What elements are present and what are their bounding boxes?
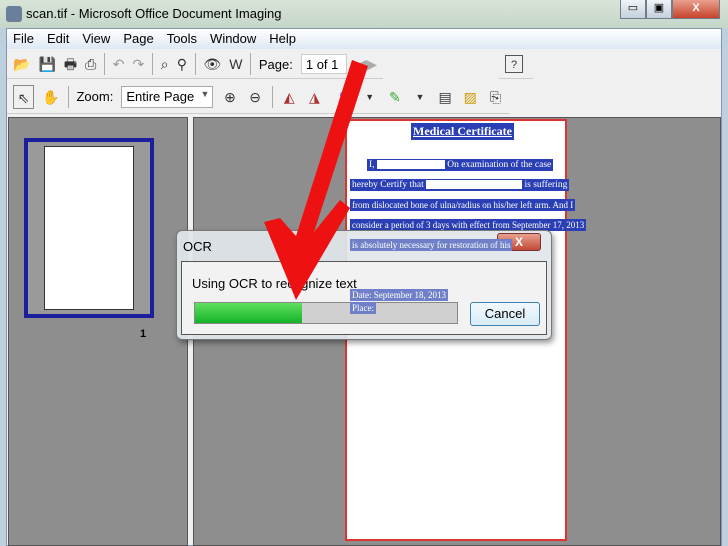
window-title: scan.tif - Microsoft Office Document Ima… (26, 6, 282, 21)
menu-file[interactable]: File (13, 31, 34, 46)
page-label: Page: (258, 56, 293, 72)
maximize-button[interactable]: ▣ (646, 0, 672, 19)
close-button[interactable]: X (672, 0, 720, 19)
zoom-value: Entire Page (126, 88, 195, 104)
text-box-icon[interactable]: ▤ (437, 88, 454, 106)
thumbnail-page-number: 1 (140, 328, 147, 340)
pen-dropdown-icon[interactable]: ▼ (361, 88, 378, 106)
cancel-button[interactable]: Cancel (470, 302, 540, 326)
undo-icon[interactable]: ↶ (113, 55, 125, 73)
menu-edit[interactable]: Edit (47, 31, 69, 46)
print-icon[interactable]: 🖶 (64, 55, 77, 73)
rotate-left-icon[interactable]: ◭ (281, 88, 298, 106)
dialog-title: OCR (183, 239, 212, 254)
page-input[interactable]: 1 of 1 (300, 54, 348, 74)
menu-tools[interactable]: Tools (167, 31, 197, 46)
document-line: On examination of the case (447, 160, 552, 170)
menu-page[interactable]: Page (123, 31, 153, 46)
progress-fill (195, 303, 303, 323)
help-icon[interactable]: ? (505, 55, 523, 73)
ocr-status-message: Using OCR to recognize text (192, 276, 357, 291)
zoom-out-icon[interactable]: ⊖ (247, 88, 264, 106)
document-line: from dislocated bone of ulna/radius on h… (350, 199, 576, 211)
zoom-in-icon[interactable]: ⊕ (221, 88, 238, 106)
document-line: hereby Certify that (352, 180, 424, 190)
document-line: I, (369, 160, 375, 170)
thumbnail-page-image (44, 146, 134, 310)
pen-icon[interactable]: ✎ (336, 88, 353, 106)
document-place: Place: (350, 302, 376, 314)
send-to-word-icon[interactable]: W (229, 55, 242, 73)
menu-window[interactable]: Window (210, 31, 256, 46)
minimize-button[interactable]: ▭ (620, 0, 646, 19)
find-binoculars-icon[interactable]: ⚲ (177, 55, 187, 73)
document-title: Medical Certificate (411, 123, 514, 140)
separator (67, 85, 69, 108)
document-date: Date: September 18, 2013 (350, 289, 448, 301)
rotate-right-icon[interactable]: ◮ (306, 88, 323, 106)
document-line: is suffering (524, 180, 568, 190)
read-only-icon[interactable]: 👁 (203, 55, 221, 73)
help-toolbar: ? (499, 50, 533, 79)
recognize-text-icon[interactable]: ⌕ (161, 55, 169, 73)
zoom-select[interactable]: Entire Page ▼ (121, 85, 214, 108)
menu-help[interactable]: Help (269, 31, 296, 46)
ocr-progress-bar (194, 302, 458, 324)
title-bar: scan.tif - Microsoft Office Document Ima… (0, 0, 728, 28)
zoom-label: Zoom: (76, 89, 114, 104)
save-icon[interactable]: 💾 (38, 55, 55, 73)
page-thumbnail[interactable] (24, 138, 154, 318)
menu-bar: File Edit View Page Tools Window Help (7, 29, 721, 49)
open-icon[interactable]: 📂 (13, 55, 30, 73)
highlighter-dropdown-icon[interactable]: ▼ (411, 88, 428, 106)
view-toolbar: ⇖ ✋ Zoom: Entire Page ▼ ⊕ ⊖ ◭ ◮ (7, 80, 329, 114)
standard-toolbar: 📂 💾 🖶 ⎙ ↶ ↷ ⌕ ⚲ 👁 W Page: 1 of 1 ◀ ▶ (7, 50, 383, 79)
app-icon (6, 6, 22, 22)
select-text-icon[interactable]: ⎘ (487, 88, 504, 106)
separator (271, 85, 273, 108)
select-pointer-icon[interactable]: ⇖ (13, 84, 35, 109)
insert-picture-icon[interactable]: ▨ (462, 88, 479, 106)
scan-icon[interactable]: ⎙ (85, 55, 96, 73)
next-page-icon[interactable]: ▶ (366, 55, 377, 73)
annotation-toolbar: ✎ ▼ ✎ ▼ ▤ ▨ ⎘ (330, 80, 510, 114)
chevron-down-icon: ▼ (200, 88, 210, 99)
pan-hand-icon[interactable]: ✋ (42, 88, 59, 106)
menu-view[interactable]: View (82, 31, 110, 46)
highlighter-icon[interactable]: ✎ (386, 88, 403, 106)
document-line: is absolutely necessary for restoration … (350, 239, 513, 251)
previous-page-icon[interactable]: ◀ (355, 55, 366, 73)
redo-icon[interactable]: ↷ (132, 55, 144, 73)
